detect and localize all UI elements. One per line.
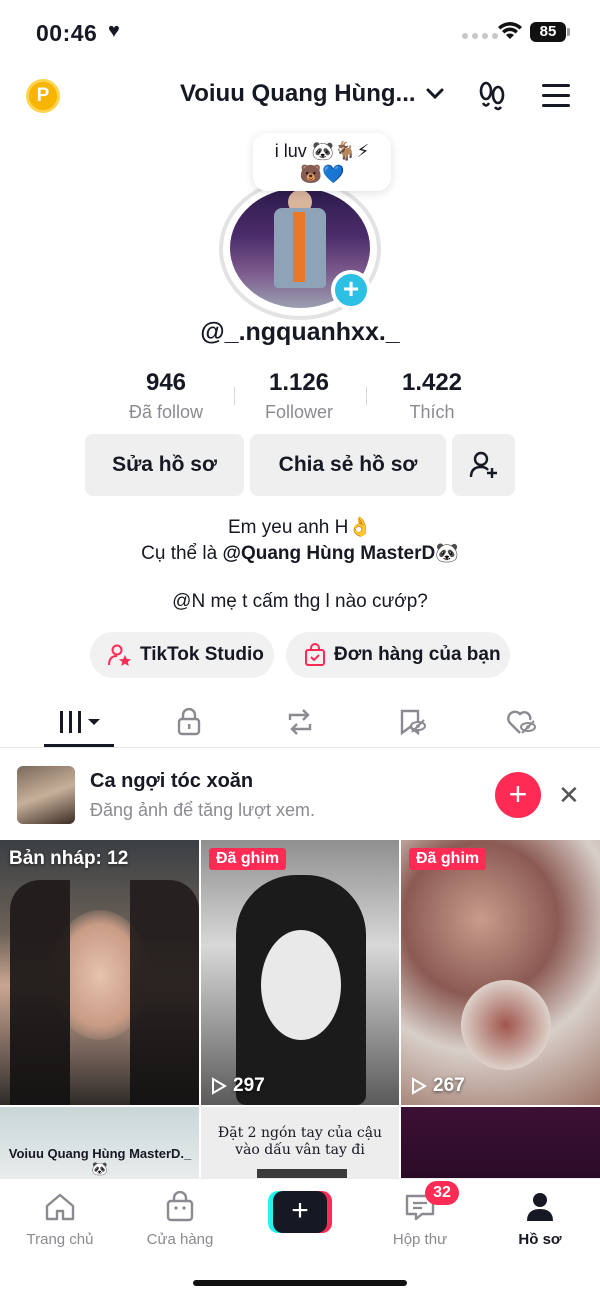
grid-icon	[60, 711, 100, 733]
stat-likes[interactable]: 1.422 Thích	[362, 369, 502, 423]
video-thumbnail-drafts[interactable]: Bản nháp: 12	[0, 840, 199, 1105]
nav-inbox[interactable]: 32 Hộp thư	[365, 1181, 475, 1248]
note-text-line2: 🐻💙	[299, 164, 345, 184]
stat-value: 946	[145, 369, 187, 396]
studio-icon	[108, 644, 131, 666]
heart-icon: ♥	[108, 20, 120, 42]
suggestion-title: Ca ngợi tóc xoăn	[90, 770, 254, 792]
close-icon[interactable]: ✕	[558, 782, 580, 808]
stat-followers[interactable]: 1.126 Follower	[229, 369, 369, 423]
stat-following[interactable]: 946 Đã follow	[96, 369, 236, 423]
nav-home[interactable]: Trang chủ	[5, 1187, 115, 1248]
video-thumbnail-6[interactable]	[401, 1107, 600, 1178]
inbox-badge: 32	[425, 1181, 459, 1205]
drafts-label: Bản nháp: 12	[9, 848, 129, 869]
thumbnail-caption: Voiuu Quang Hùng MasterD._🐼	[8, 1146, 192, 1176]
home-icon	[45, 1193, 75, 1221]
status-bar: 00:46 ♥ 85	[0, 0, 600, 66]
bio-text: Cụ thể là	[141, 543, 223, 564]
nav-label: Trang chủ	[26, 1231, 94, 1248]
username: @_.ngquanhxx._	[200, 318, 400, 346]
play-icon	[412, 1077, 427, 1095]
coin-icon[interactable]: P	[26, 79, 60, 113]
battery-indicator: 85	[530, 22, 566, 42]
signal-icon	[462, 33, 498, 39]
bio-line-3: @N mẹ t cấm thg l nào cướp?	[172, 591, 428, 612]
tab-saved[interactable]	[382, 702, 442, 742]
stat-value: 1.126	[268, 369, 330, 396]
account-switcher[interactable]: Voiuu Quang Hùng...	[180, 80, 444, 108]
chevron-down-icon	[426, 88, 444, 100]
stat-label: Đã follow	[128, 402, 204, 422]
pinned-badge: Đã ghim	[209, 848, 287, 870]
video-thumbnail-pinned-1[interactable]: Đã ghim 297	[201, 840, 399, 1105]
add-user-icon	[469, 451, 497, 478]
pinned-badge: Đã ghim	[409, 848, 487, 870]
bio-line-2: Cụ thể là @Quang Hùng MasterD🐼	[0, 541, 600, 565]
view-count: 267	[411, 1075, 465, 1097]
add-avatar-button[interactable]: +	[331, 270, 371, 310]
stat-label: Follower	[264, 402, 334, 422]
tiktok-studio-button[interactable]: TikTok Studio	[90, 632, 274, 678]
thumbnail-caption: Đặt 2 ngón tay của cậu vào dấu vân tay đ…	[217, 1125, 383, 1158]
view-count-value: 297	[233, 1075, 265, 1096]
orders-button[interactable]: Đơn hàng của bạn	[286, 632, 510, 678]
profile-icon	[527, 1193, 553, 1221]
nav-label: Cửa hàng	[146, 1231, 214, 1248]
wifi-icon	[498, 22, 522, 39]
edit-profile-button[interactable]: Sửa hồ sơ	[85, 434, 244, 496]
repost-icon	[288, 709, 312, 735]
play-icon	[212, 1077, 227, 1095]
video-thumbnail-4[interactable]: Voiuu Quang Hùng MasterD._🐼	[0, 1107, 199, 1178]
plus-icon: +	[273, 1191, 327, 1233]
shopping-bag-icon	[305, 643, 325, 666]
stat-label: Thích	[409, 402, 455, 422]
shop-bag-icon	[166, 1191, 194, 1222]
suggestion-subtitle: Đăng ảnh để tăng lượt xem.	[90, 800, 315, 820]
battery-tip	[567, 28, 570, 36]
stat-value: 1.422	[401, 369, 463, 396]
content-tabs	[0, 700, 600, 748]
note-bubble[interactable]: i luv 🐼🐐⚡ 🐻💙	[253, 133, 391, 191]
home-indicator	[193, 1280, 407, 1286]
nav-label: Hồ sơ	[518, 1231, 562, 1248]
menu-icon[interactable]	[540, 82, 572, 110]
bookmark-hidden-icon	[400, 709, 426, 736]
orders-label: Đơn hàng của bạn	[334, 644, 501, 665]
video-thumbnail-pinned-2[interactable]: Đã ghim 267	[401, 840, 600, 1105]
studio-label: TikTok Studio	[140, 644, 264, 665]
share-profile-button[interactable]: Chia sẻ hồ sơ	[250, 434, 446, 496]
suggestion-thumbnail	[17, 766, 75, 824]
suggestion-banner[interactable]: Ca ngợi tóc xoăn Đăng ảnh để tăng lượt x…	[0, 752, 600, 840]
tab-liked[interactable]	[492, 702, 552, 742]
tab-reposts[interactable]	[270, 702, 330, 742]
view-count: 297	[211, 1075, 265, 1097]
profile-stats: 946 Đã follow 1.126 Follower 1.422 Thích	[0, 369, 600, 425]
account-name: Voiuu Quang Hùng...	[180, 80, 416, 107]
lock-icon	[177, 708, 201, 736]
suggestion-add-button[interactable]: +	[495, 772, 541, 818]
nav-label: Hộp thư	[392, 1231, 448, 1248]
view-count-value: 267	[433, 1075, 465, 1096]
note-text-line1: i luv 🐼🐐⚡	[274, 141, 370, 161]
active-tab-indicator	[44, 744, 114, 747]
tab-private[interactable]	[159, 702, 219, 742]
nav-profile[interactable]: Hồ sơ	[485, 1187, 595, 1248]
bio-mention[interactable]: @Quang Hùng MasterD🐼	[222, 543, 458, 564]
heart-hidden-icon	[507, 710, 536, 734]
footprint-icon[interactable]	[476, 80, 508, 112]
tab-videos[interactable]	[49, 702, 109, 742]
nav-shop[interactable]: Cửa hàng	[125, 1187, 235, 1248]
status-time: 00:46	[36, 20, 98, 46]
video-thumbnail-5[interactable]: Đặt 2 ngón tay của cậu vào dấu vân tay đ…	[201, 1107, 399, 1178]
bio-line-1: Em yeu anh H👌	[227, 517, 373, 538]
create-button[interactable]: +	[268, 1191, 332, 1233]
add-friend-button[interactable]	[452, 434, 515, 496]
